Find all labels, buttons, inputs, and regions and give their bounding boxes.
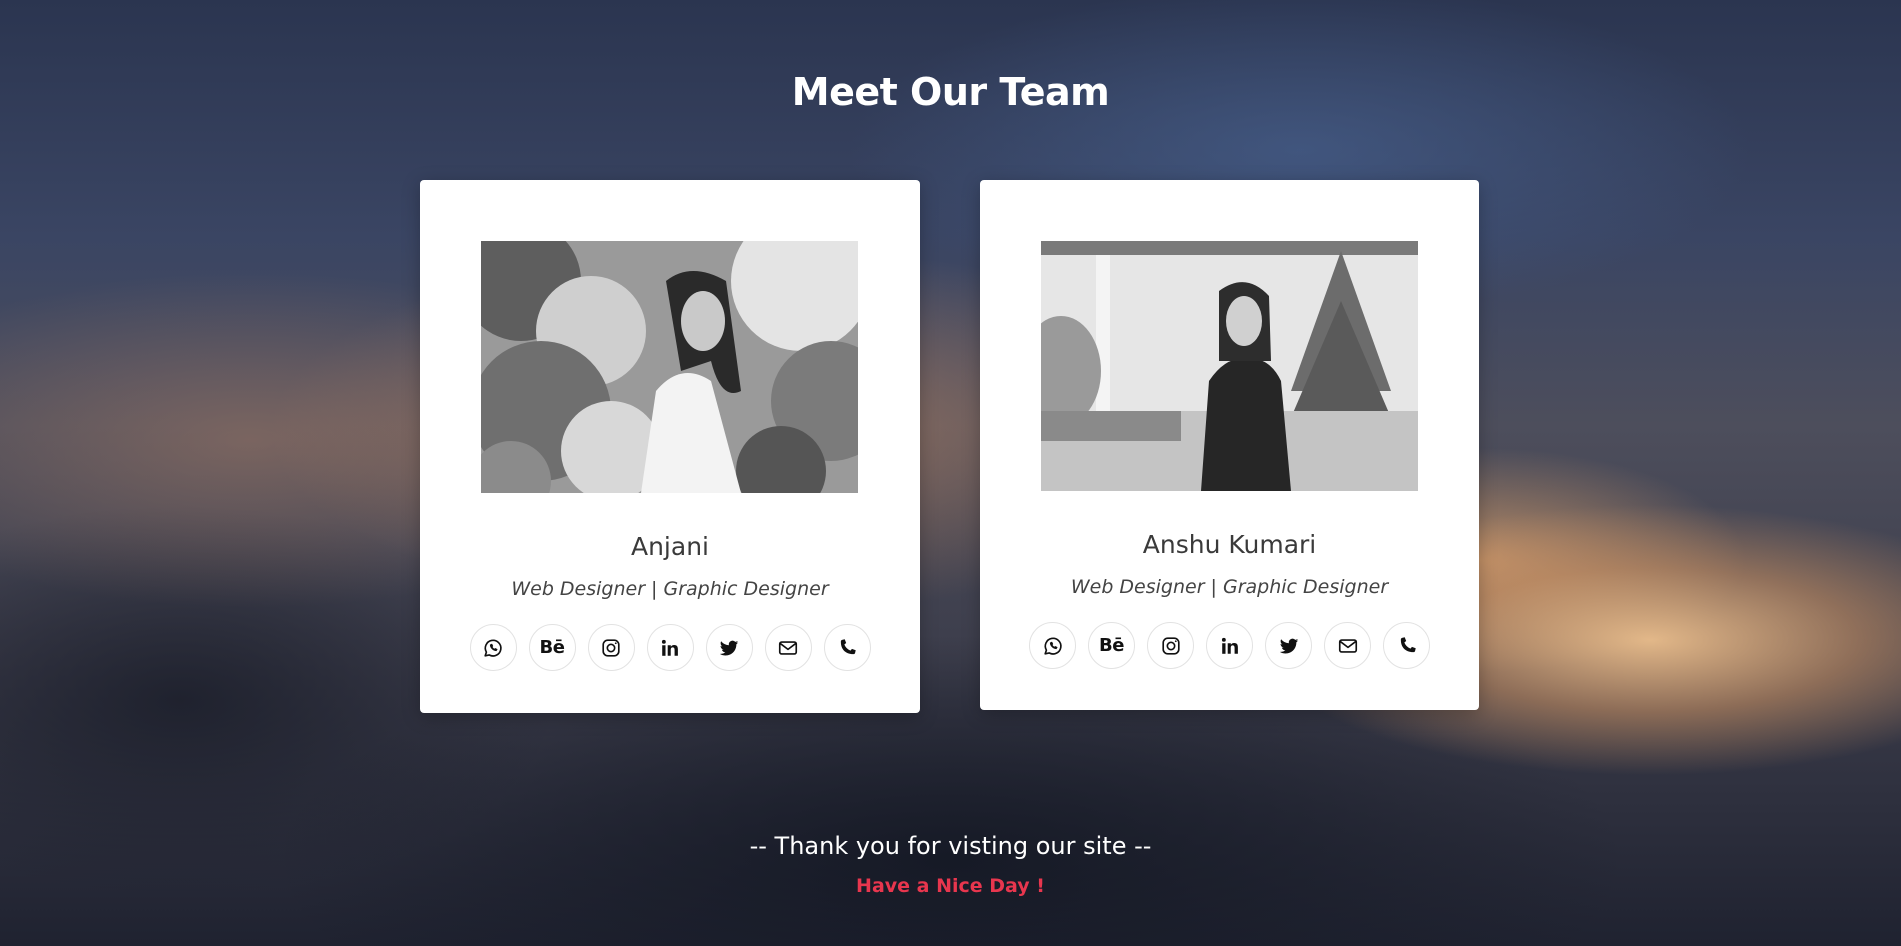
instagram-link[interactable] (587, 624, 635, 671)
instagram-icon (602, 638, 620, 657)
linkedin-icon (661, 639, 678, 656)
social-links: Bē (420, 624, 920, 671)
member-name: Anjani (630, 532, 709, 561)
behance-icon: Bē (1099, 635, 1124, 656)
whatsapp-icon (484, 639, 502, 657)
twitter-link[interactable] (1265, 622, 1312, 669)
phone-link[interactable] (1383, 622, 1430, 669)
phone-icon (840, 638, 856, 654)
whatsapp-link[interactable] (469, 624, 517, 671)
team-card: Anjani Web Designer | Graphic Designer B… (420, 180, 920, 713)
member-role: Web Designer | Graphic Designer (1070, 576, 1389, 598)
page-title: Meet Our Team (791, 70, 1110, 114)
linkedin-icon (1221, 637, 1238, 654)
thanks-message: -- Thank you for visting our site -- (749, 832, 1152, 860)
whatsapp-link[interactable] (1029, 622, 1076, 669)
member-role: Web Designer | Graphic Designer (511, 578, 829, 600)
member-name: Anshu Kumari (1142, 530, 1317, 559)
nice-day-tagline: Have a Nice Day ! (856, 875, 1045, 897)
email-link[interactable] (764, 624, 812, 671)
instagram-icon (1161, 636, 1180, 655)
behance-icon: Bē (539, 637, 565, 658)
phone-link[interactable] (823, 624, 871, 671)
linkedin-link[interactable] (1206, 622, 1253, 669)
twitter-icon (1279, 638, 1298, 654)
social-links: Bē (980, 622, 1479, 669)
whatsapp-icon (1043, 637, 1062, 655)
twitter-icon (719, 640, 739, 656)
phone-icon (1400, 636, 1416, 652)
twitter-link[interactable] (705, 624, 753, 671)
team-card: Anshu Kumari Web Designer | Graphic Desi… (980, 180, 1479, 710)
member-photo (481, 241, 858, 493)
instagram-link[interactable] (1147, 622, 1194, 669)
email-icon (1338, 638, 1357, 653)
behance-link[interactable]: Bē (1088, 622, 1135, 669)
behance-link[interactable]: Bē (528, 624, 576, 671)
member-photo (1041, 241, 1418, 491)
email-icon (778, 640, 798, 655)
email-link[interactable] (1324, 622, 1371, 669)
linkedin-link[interactable] (646, 624, 694, 671)
